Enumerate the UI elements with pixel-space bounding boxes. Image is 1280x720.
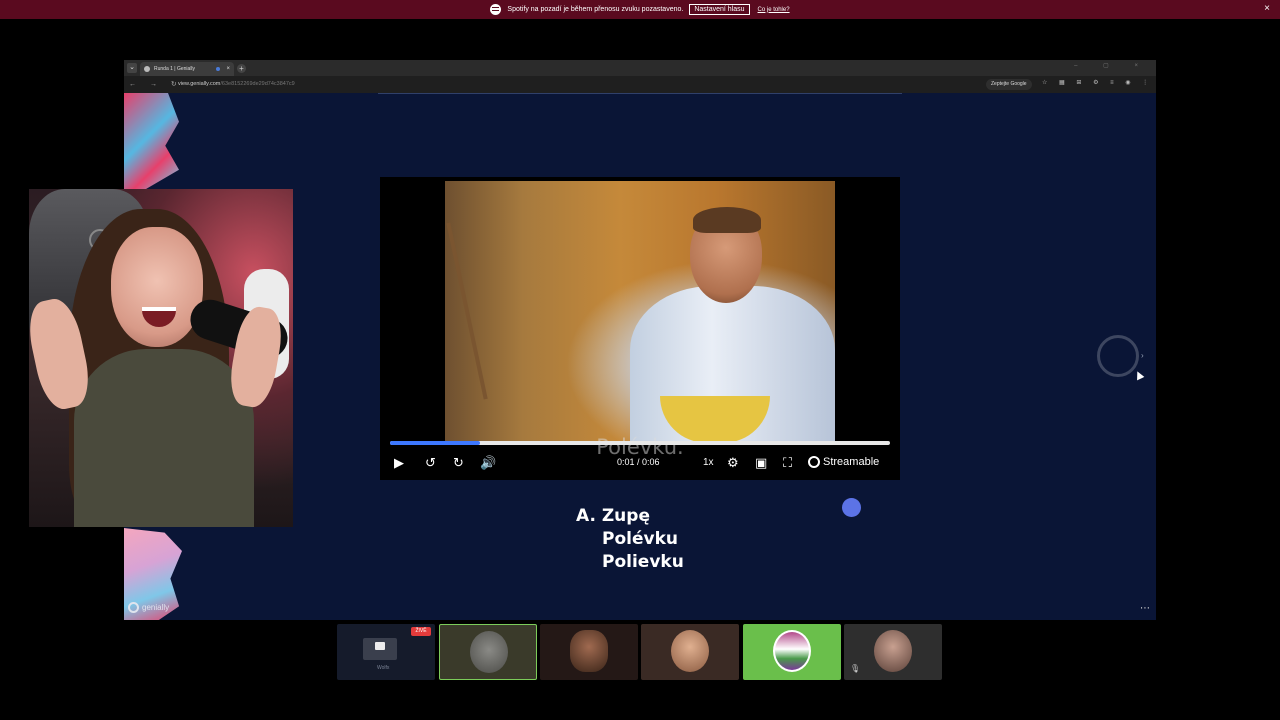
answer-options: A. Zupę Polévku Polievku <box>576 505 684 574</box>
tab-genially[interactable]: Runda 1 | Genially × <box>140 62 234 76</box>
google-lens-button[interactable]: Zeptejte Google <box>986 79 1032 90</box>
notification-message: Spotify na pozadí je během přenosu zvuku… <box>507 6 684 13</box>
spotify-icon <box>490 4 502 15</box>
tab-close-icon[interactable]: × <box>226 62 230 76</box>
player-controls: ▶ ↺ ↻ 🔊 0:01 / 0:06 1x ⚙ ▣ ⛶ Streamable <box>380 448 900 478</box>
mouse-cursor-icon <box>1133 369 1145 381</box>
progress-bar[interactable] <box>390 441 890 445</box>
more-options-icon[interactable]: ⋯ <box>1140 603 1150 614</box>
webcam-overlay <box>29 189 293 527</box>
tab-title: Runda 1 | Genially <box>154 66 196 72</box>
participant-tile-4[interactable] <box>641 624 739 680</box>
new-tab-button[interactable]: + <box>237 64 246 73</box>
extension-icons[interactable]: ☆ ▦ ⊞ ⚙ ≡ ◉ ⋮ <box>1042 79 1153 86</box>
next-arrow-icon[interactable]: › <box>1141 351 1144 360</box>
screen-share-icon <box>375 642 385 650</box>
time-display: 0:01 / 0:06 <box>617 457 660 467</box>
video-frame[interactable] <box>445 181 835 443</box>
progress-fill <box>390 441 480 445</box>
divider <box>378 93 902 94</box>
participant-tile-speaking[interactable] <box>743 624 841 680</box>
answer-prefix: A. <box>576 506 596 526</box>
next-slide-button[interactable] <box>1097 335 1139 377</box>
close-icon[interactable]: × <box>1264 3 1270 14</box>
video-player[interactable]: Polévku. ▶ ↺ ↻ 🔊 0:01 / 0:06 1x ⚙ ▣ ⛶ St… <box>380 177 900 480</box>
avatar <box>874 630 912 672</box>
streamable-logo[interactable]: Streamable <box>808 456 879 468</box>
stream-caption: Wolfx <box>377 665 390 671</box>
volume-icon[interactable]: 🔊 <box>480 455 496 471</box>
recording-dot-icon <box>216 67 220 71</box>
participant-tile-stream[interactable]: ŽIVĚ Wolfx <box>337 624 435 680</box>
playback-speed[interactable]: 1x <box>703 457 714 468</box>
participant-strip: ŽIVĚ Wolfx 🎙 <box>337 624 943 680</box>
answer-item: Polévku <box>602 529 678 549</box>
muted-mic-icon: 🎙 <box>850 664 861 673</box>
genially-logo-icon <box>128 602 139 613</box>
answer-item: Zupę <box>601 506 650 526</box>
play-icon[interactable]: ▶ <box>394 455 404 471</box>
answer-row-1: A. Zupę <box>576 505 684 528</box>
streamable-label: Streamable <box>823 456 880 468</box>
participant-tile-seal[interactable] <box>439 624 537 680</box>
video-scene-person-hair <box>693 207 761 233</box>
settings-icon[interactable]: ⚙ <box>727 455 739 471</box>
answer-item: Polievku <box>602 552 684 572</box>
spotify-notification-bar: Spotify na pozadí je během přenosu zvuku… <box>0 0 1280 19</box>
nav-buttons[interactable]: ← → ↻ <box>129 80 183 88</box>
url-path: /63e8152269de29d74c3847c9 <box>220 81 295 87</box>
avatar <box>671 630 709 672</box>
rewind-icon[interactable]: ↺ <box>425 455 436 471</box>
url-field[interactable]: view.genially.com/63e8152269de29d74c3847… <box>178 79 295 90</box>
video-scene-stick <box>446 222 488 400</box>
avatar <box>470 631 508 673</box>
voice-settings-button[interactable]: Nastavení hlasu <box>689 4 750 15</box>
fullscreen-icon[interactable]: ⛶ <box>783 455 792 471</box>
participant-tile-6[interactable]: 🎙 <box>844 624 942 680</box>
avatar <box>773 630 811 672</box>
pip-icon[interactable]: ▣ <box>755 455 767 471</box>
streamable-icon <box>808 456 820 468</box>
genially-logo-text: genially <box>142 603 170 612</box>
streamer-face <box>111 227 203 347</box>
live-badge: ŽIVĚ <box>411 627 431 636</box>
genially-favicon-icon <box>144 66 150 72</box>
what-is-this-link[interactable]: Co je tohle? <box>758 7 790 13</box>
participant-tile-3[interactable] <box>540 624 638 680</box>
tab-search-icon[interactable]: ⌄ <box>127 63 137 73</box>
address-bar: ← → ↻ view.genially.com/63e8152269de29d7… <box>124 76 1156 93</box>
tab-bar: ⌄ Runda 1 | Genially × + – ▢ × <box>124 60 1156 76</box>
forward-icon[interactable]: ↻ <box>453 455 464 471</box>
window-controls[interactable]: – ▢ × <box>1074 62 1150 69</box>
answer-row-2: Polévku <box>576 528 684 551</box>
decorative-shape-top <box>124 93 179 189</box>
streamer-body <box>74 349 254 527</box>
genially-logo[interactable]: genially <box>128 602 169 613</box>
url-host: view.genially.com <box>178 81 221 87</box>
avatar <box>570 630 608 672</box>
answer-row-3: Polievku <box>576 551 684 574</box>
interactive-dot[interactable] <box>842 498 861 517</box>
